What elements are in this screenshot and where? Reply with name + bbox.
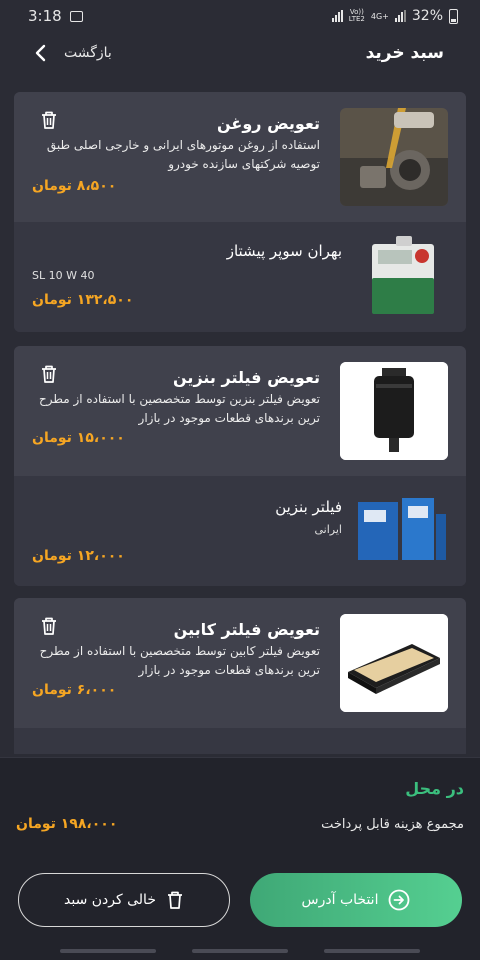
product-price: ۱۲،۰۰۰ تومان (32, 548, 125, 564)
service-title: تعویض فیلتر کابین (173, 620, 320, 639)
fuel-filter-image (340, 362, 448, 460)
trash-icon[interactable] (40, 364, 58, 384)
app-header: بازگشت سبد خرید (0, 32, 480, 74)
oil-can-image (370, 236, 436, 316)
product-row: بهران سوپر پیشتاز SL 10 W 40 ۱۳۲،۵۰۰ توم… (14, 222, 466, 332)
total-amount: ۱۹۸،۰۰۰ تومان (16, 816, 118, 832)
service-price: ۱۵،۰۰۰ تومان (32, 430, 125, 446)
trash-icon[interactable] (40, 110, 58, 130)
trash-icon[interactable] (40, 616, 58, 636)
page-title: سبد خرید (365, 43, 444, 63)
service-title: تعویض فیلتر بنزین (173, 368, 320, 387)
product-row: فیلتر بنزین ایرانی ۱۲،۰۰۰ تومان (14, 476, 466, 586)
total-label: مجموع هزینه قابل پرداخت (321, 817, 464, 832)
trash-icon (167, 891, 182, 909)
network-label: Vo)) LTE2 (348, 8, 365, 23)
chevron-left-icon (35, 44, 46, 62)
service-price: ۸،۵۰۰ تومان (32, 178, 117, 194)
product-name: بهران سوپر پیشتاز (226, 242, 342, 260)
divider (0, 757, 480, 758)
clear-cart-button[interactable]: خالی کردن سبد (18, 873, 230, 927)
clear-cart-label: خالی کردن سبد (64, 892, 156, 908)
service-row: تعویض روغن استفاده از روغن موتورهای ایرا… (14, 92, 466, 222)
service-price: ۶،۰۰۰ تومان (32, 682, 117, 698)
system-nav-handle (60, 949, 156, 953)
product-row (14, 728, 466, 754)
status-time: 3:18 (28, 7, 62, 25)
cabin-filter-image (340, 614, 448, 712)
service-description: استفاده از روغن موتورهای ایرانی و خارجی … (46, 138, 320, 171)
cart-item-oil-change: تعویض روغن استفاده از روغن موتورهای ایرا… (14, 92, 466, 332)
product-name: فیلتر بنزین (275, 498, 342, 516)
product-origin: ایرانی (314, 523, 342, 536)
service-description: تعویض فیلتر بنزین توسط متخصصین با استفاد… (39, 392, 320, 425)
notification-icon (69, 10, 83, 22)
service-title: تعویض روغن (217, 114, 320, 133)
filter-box-image (358, 494, 448, 564)
battery-percent: 32% (411, 8, 443, 24)
status-bar: 3:18 Vo)) LTE2 4G+ 32% (0, 0, 480, 32)
battery-icon (449, 8, 458, 24)
service-location: در محل (405, 779, 464, 798)
cart-item-fuel-filter: تعویض فیلتر بنزین تعویض فیلتر بنزین توسط… (14, 346, 466, 586)
cart-item-cabin-filter: تعویض فیلتر کابین تعویض فیلتر کابین توسط… (14, 598, 466, 754)
service-row: تعویض فیلتر کابین تعویض فیلتر کابین توسط… (14, 598, 466, 728)
system-nav-handle (192, 949, 288, 953)
signal-icon-2 (394, 10, 406, 22)
back-label: بازگشت (64, 45, 112, 61)
cart-list[interactable]: تعویض روغن استفاده از روغن موتورهای ایرا… (0, 92, 480, 754)
oil-change-image (340, 108, 448, 206)
checkout-footer: در محل مجموع هزینه قابل پرداخت ۱۹۸،۰۰۰ ت… (0, 757, 480, 960)
product-spec: SL 10 W 40 (32, 269, 95, 282)
product-price: ۱۳۲،۵۰۰ تومان (32, 292, 134, 308)
network-type: 4G+ (370, 11, 389, 21)
system-nav-handle (324, 949, 420, 953)
select-address-button[interactable]: انتخاب آدرس (250, 873, 462, 927)
select-address-label: انتخاب آدرس (301, 892, 379, 908)
service-row: تعویض فیلتر بنزین تعویض فیلتر بنزین توسط… (14, 346, 466, 476)
signal-icon (331, 10, 343, 22)
service-description: تعویض فیلتر کابین توسط متخصصین با استفاد… (39, 644, 320, 677)
arrow-circle-icon (389, 889, 410, 911)
back-button[interactable]: بازگشت (34, 44, 112, 62)
